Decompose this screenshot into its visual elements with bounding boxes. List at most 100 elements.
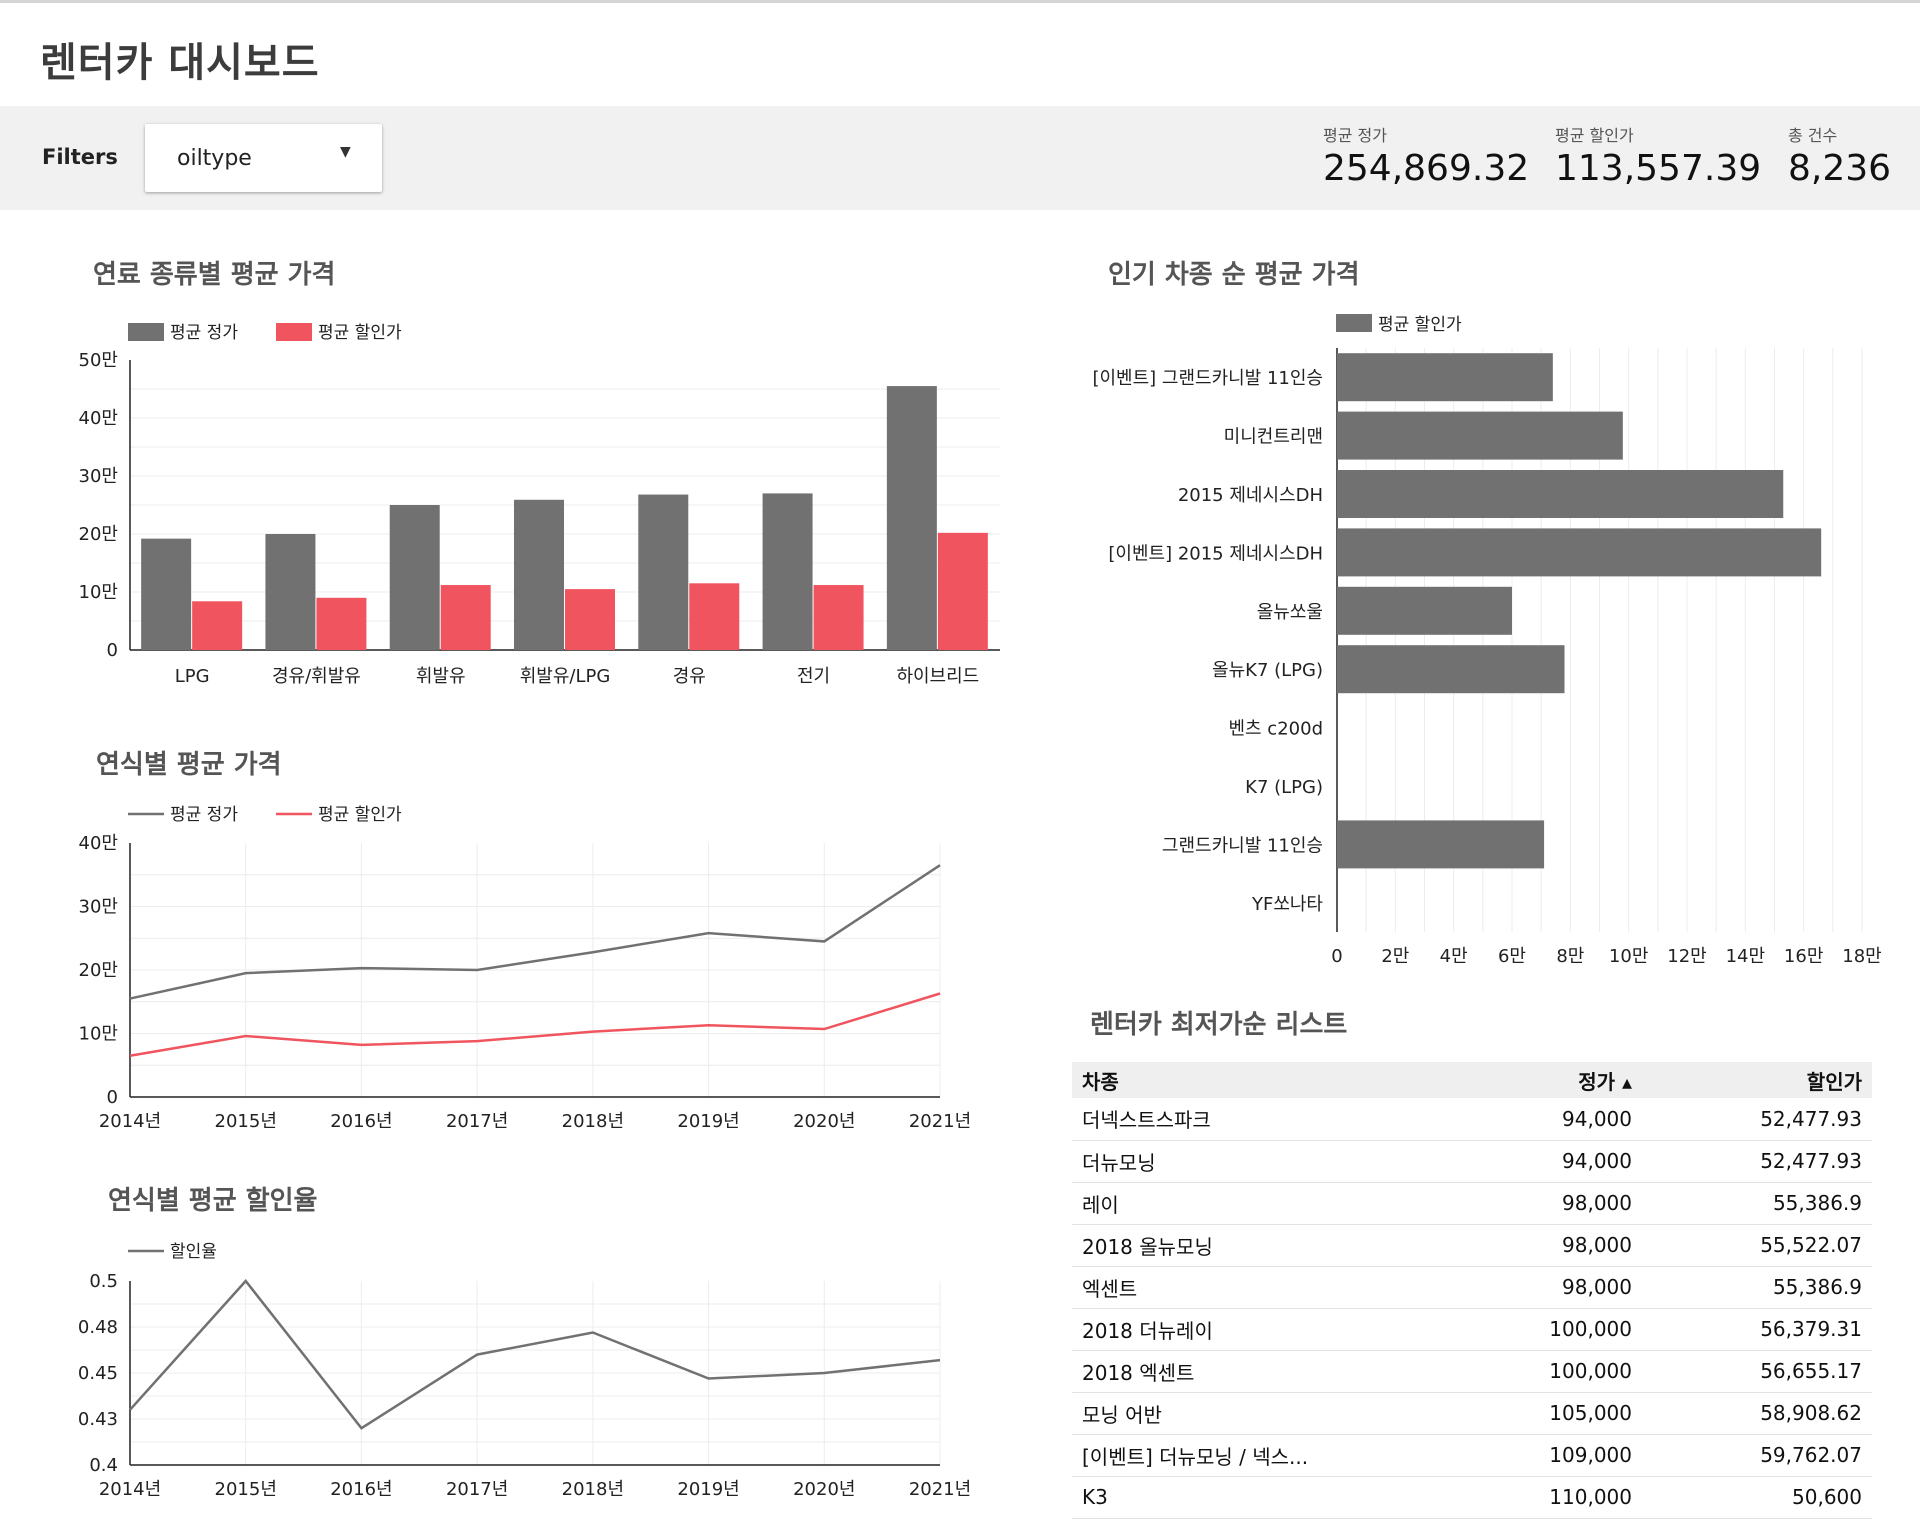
cell-discount: 52,477.93	[1642, 1140, 1872, 1183]
cell-price: 98,000	[1452, 1182, 1642, 1225]
table-row[interactable]: K3 110,000 50,600	[1072, 1476, 1872, 1519]
y-category-label: YF쏘나타	[1251, 894, 1323, 915]
cell-discount: 56,655.17	[1642, 1350, 1872, 1393]
x-tick-label: 경유/휘발유	[272, 666, 361, 687]
bar	[813, 585, 864, 650]
x-tick-label: 2020년	[793, 1479, 855, 1500]
y-tick-label: 0	[107, 1087, 118, 1108]
x-tick-label: 하이브리드	[896, 666, 979, 687]
column-header-discount[interactable]: 할인가	[1642, 1062, 1872, 1098]
x-tick-label: 2020년	[793, 1111, 855, 1132]
x-tick-label: 6만	[1498, 946, 1526, 967]
table-row[interactable]: 2018 엑센트 100,000 56,655.17	[1072, 1350, 1872, 1393]
cell-model: K3	[1072, 1476, 1452, 1519]
bar	[265, 534, 316, 650]
cell-price: 110,000	[1452, 1476, 1642, 1519]
x-tick-label: 2016년	[330, 1111, 392, 1132]
x-tick-label: 2014년	[99, 1111, 161, 1132]
table-row[interactable]: 2018 올뉴모닝 98,000 55,522.07	[1072, 1224, 1872, 1267]
table-title: 렌터카 최저가순 리스트	[1090, 1010, 1348, 1040]
x-tick-label: 경유	[673, 666, 706, 687]
x-tick-label: 16만	[1784, 946, 1823, 967]
y-tick-label: 20만	[79, 960, 118, 981]
x-tick-label: 2019년	[677, 1111, 739, 1132]
x-tick-label: 2018년	[562, 1111, 624, 1132]
bar	[141, 538, 192, 650]
bar	[689, 583, 740, 650]
column-header-price[interactable]: 정가 ▴	[1452, 1062, 1642, 1098]
legend-swatch	[276, 323, 312, 341]
x-tick-label: 휘발유/LPG	[520, 666, 611, 687]
table-row[interactable]: 더뉴모닝 94,000 52,477.93	[1072, 1140, 1872, 1183]
table-row[interactable]: 레이 98,000 55,386.9	[1072, 1182, 1872, 1225]
y-tick-label: 0.5	[89, 1271, 118, 1292]
table-row[interactable]: 2018 더뉴레이 100,000 56,379.31	[1072, 1308, 1872, 1351]
y-category-label: 미니컨트리맨	[1224, 427, 1323, 448]
x-tick-label: 4만	[1440, 946, 1468, 967]
legend-label: 평균 정가	[170, 805, 238, 825]
bar	[1337, 820, 1545, 869]
cell-price: 94,000	[1452, 1098, 1642, 1141]
x-tick-label: 2015년	[215, 1111, 277, 1132]
bar	[937, 532, 988, 650]
bar	[1337, 528, 1822, 577]
cell-model: 더넥스트스파크	[1072, 1098, 1452, 1141]
legend-label: 할인율	[170, 1242, 217, 1262]
y-tick-label: 40만	[79, 833, 118, 854]
y-tick-label: 40만	[79, 408, 118, 429]
cell-model: 더뉴모닝	[1072, 1140, 1452, 1183]
table-row[interactable]: 엑센트 98,000 55,386.9	[1072, 1266, 1872, 1309]
table-header-row: 차종 정가 ▴ 할인가	[1072, 1062, 1872, 1098]
y-tick-label: 10만	[79, 1024, 118, 1045]
bar	[316, 597, 367, 650]
bar	[1337, 411, 1623, 460]
cell-model: [이벤트] 더뉴모닝 / 넥스...	[1072, 1434, 1452, 1477]
y-tick-label: 0	[107, 640, 118, 661]
y-tick-label: 50만	[79, 350, 118, 371]
series-line	[129, 992, 941, 1057]
legend-swatch	[128, 323, 164, 341]
cell-price: 100,000	[1452, 1350, 1642, 1393]
cell-model: 2018 엑센트	[1072, 1350, 1452, 1393]
cell-discount: 50,600	[1642, 1476, 1872, 1519]
table-row[interactable]: 모닝 어반 105,000 58,908.62	[1072, 1392, 1872, 1435]
cell-model: 모닝 어반	[1072, 1392, 1452, 1435]
cell-discount: 52,477.93	[1642, 1098, 1872, 1141]
cell-discount: 56,379.31	[1642, 1308, 1872, 1351]
cell-discount: 55,522.07	[1642, 1224, 1872, 1267]
legend-label: 평균 할인가	[1378, 315, 1462, 335]
x-tick-label: 휘발유	[416, 666, 466, 687]
table-row[interactable]: [이벤트] 더뉴모닝 / 넥스... 109,000 59,762.07	[1072, 1434, 1872, 1477]
x-tick-label: 8만	[1556, 946, 1584, 967]
x-tick-label: 2016년	[330, 1479, 392, 1500]
x-tick-label: 10만	[1609, 946, 1648, 967]
cell-model: 엑센트	[1072, 1266, 1452, 1309]
bar	[192, 601, 243, 650]
x-tick-label: 2015년	[215, 1479, 277, 1500]
y-tick-label: 0.48	[78, 1317, 118, 1338]
y-tick-label: 0.43	[78, 1409, 118, 1430]
bar	[1337, 645, 1565, 694]
cell-price: 98,000	[1452, 1266, 1642, 1309]
cell-discount: 59,762.07	[1642, 1434, 1872, 1477]
cell-model: 2018 더뉴레이	[1072, 1308, 1452, 1351]
legend-label: 평균 정가	[170, 323, 238, 343]
cell-price: 109,000	[1452, 1434, 1642, 1477]
x-tick-label: LPG	[175, 666, 210, 687]
y-tick-label: 30만	[79, 466, 118, 487]
table-row[interactable]: 더넥스트스파크 94,000 52,477.93	[1072, 1098, 1872, 1141]
bar	[762, 493, 813, 650]
x-tick-label: 2018년	[562, 1479, 624, 1500]
y-category-label: 벤츠 c200d	[1228, 719, 1323, 740]
bar	[1337, 470, 1784, 518]
legend-swatch	[1336, 314, 1372, 332]
bar	[565, 589, 615, 650]
bar	[638, 494, 689, 650]
cell-price: 98,000	[1452, 1224, 1642, 1267]
x-tick-label: 18만	[1842, 946, 1881, 967]
cell-price: 94,000	[1452, 1140, 1642, 1183]
y-tick-label: 30만	[79, 897, 118, 918]
cell-discount: 55,386.9	[1642, 1266, 1872, 1309]
column-header-model[interactable]: 차종	[1072, 1062, 1452, 1098]
x-tick-label: 14만	[1726, 946, 1765, 967]
